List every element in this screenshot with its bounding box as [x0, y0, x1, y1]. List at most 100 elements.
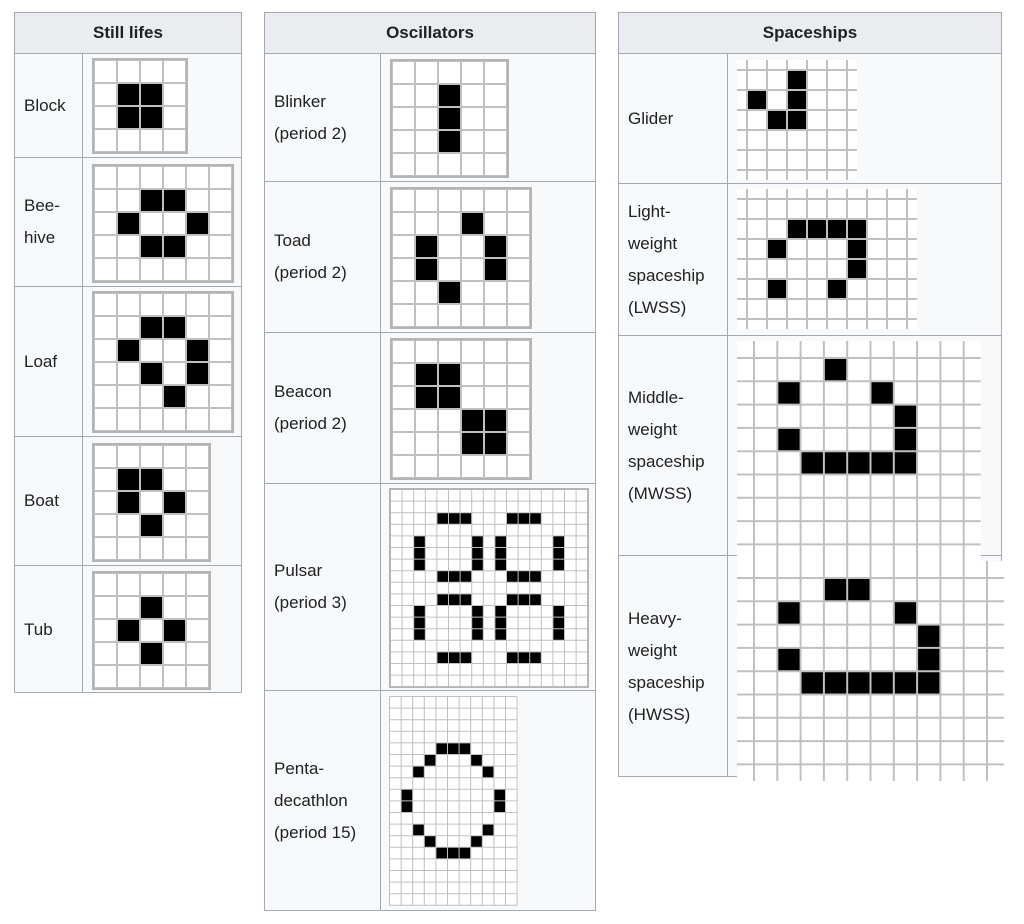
- live-cell: [471, 628, 484, 641]
- live-cell: [412, 766, 425, 778]
- live-cell: [552, 559, 565, 571]
- live-cell: [438, 130, 461, 153]
- table-row-pulsar: Pulsar (period 3): [265, 484, 595, 691]
- live-cell: [800, 671, 824, 695]
- live-cell: [413, 605, 426, 618]
- live-cell: [529, 651, 542, 664]
- live-cell: [163, 491, 186, 514]
- live-cell: [518, 651, 530, 664]
- live-cell: [117, 491, 140, 514]
- live-cell: [447, 847, 460, 859]
- live-cell: [140, 316, 163, 339]
- live-cell: [847, 451, 871, 475]
- table-header: Spaceships: [619, 13, 1001, 54]
- live-cell: [435, 847, 448, 859]
- live-cell: [529, 593, 542, 606]
- live-cell: [800, 451, 824, 475]
- live-cell: [482, 824, 494, 836]
- pattern-grid: [737, 189, 917, 329]
- live-cell: [484, 235, 507, 258]
- live-cell: [893, 601, 918, 625]
- table-row-blinker: Blinker (period 2): [265, 54, 595, 182]
- live-cell: [823, 358, 848, 382]
- table-row-mwss: Middle- weight spaceship (MWSS): [619, 336, 1001, 562]
- pattern-grid: [737, 60, 857, 180]
- live-cell: [518, 570, 530, 583]
- live-cell: [823, 671, 848, 695]
- live-cell: [482, 766, 494, 778]
- pattern-label: Bee- hive: [15, 158, 83, 286]
- live-cell: [494, 547, 507, 560]
- live-cell: [494, 535, 507, 548]
- live-cell: [448, 570, 461, 583]
- pattern-grid: [389, 488, 590, 689]
- table-row-hwss: Heavy- weight spaceship (HWSS): [619, 556, 1004, 782]
- grid-lines: [737, 561, 1004, 782]
- table-row-block: Block: [15, 54, 241, 158]
- live-cell: [117, 106, 140, 129]
- pattern-label: Tub: [15, 566, 83, 693]
- live-cell: [413, 628, 426, 641]
- live-cell: [787, 219, 807, 239]
- live-cell: [787, 70, 807, 90]
- live-cell: [140, 235, 163, 258]
- pattern-label: Heavy- weight spaceship (HWSS): [619, 556, 728, 777]
- pattern-grid: [92, 291, 234, 433]
- live-cell: [186, 339, 209, 362]
- live-cell: [529, 512, 542, 525]
- live-cell: [117, 83, 140, 106]
- live-cell: [460, 593, 472, 606]
- live-cell: [787, 90, 807, 110]
- table-header: Still lifes: [15, 13, 241, 54]
- live-cell: [552, 535, 565, 548]
- table-row-pentadecathlon: Penta- decathlon (period 15): [265, 691, 595, 911]
- grid-background: [92, 443, 211, 562]
- live-cell: [438, 107, 461, 130]
- table-row-beehive: Bee- hive: [15, 158, 241, 287]
- pattern-label: Pulsar (period 3): [265, 484, 381, 690]
- live-cell: [140, 514, 163, 537]
- live-cell: [117, 468, 140, 491]
- live-cell: [401, 789, 413, 801]
- live-cell: [552, 547, 565, 560]
- live-cell: [412, 824, 425, 836]
- live-cell: [847, 239, 867, 259]
- live-cell: [448, 593, 461, 606]
- live-cell: [917, 624, 941, 648]
- live-cell: [163, 385, 186, 408]
- live-cell: [827, 219, 847, 239]
- live-cell: [494, 605, 507, 618]
- live-cell: [415, 386, 438, 409]
- live-cell: [461, 432, 484, 455]
- live-cell: [460, 512, 472, 525]
- live-cell: [471, 605, 484, 618]
- pattern-label: Beacon (period 2): [265, 333, 381, 483]
- live-cell: [870, 451, 894, 475]
- live-cell: [493, 789, 506, 801]
- live-cell: [506, 593, 519, 606]
- live-cell: [163, 235, 186, 258]
- live-cell: [552, 605, 565, 618]
- live-cell: [893, 671, 918, 695]
- live-cell: [470, 835, 483, 848]
- live-cell: [415, 363, 438, 386]
- live-cell: [471, 617, 484, 629]
- live-cell: [529, 570, 542, 583]
- live-cell: [552, 628, 565, 641]
- live-cell: [438, 281, 461, 304]
- live-cell: [471, 535, 484, 548]
- pattern-grid: [389, 696, 518, 906]
- live-cell: [163, 189, 186, 212]
- pattern-label: Loaf: [15, 287, 83, 436]
- live-cell: [436, 651, 449, 664]
- pattern-grid: [92, 58, 188, 154]
- pattern-grid: [390, 187, 532, 329]
- live-cell: [448, 512, 461, 525]
- live-cell: [471, 547, 484, 560]
- live-cell: [140, 468, 163, 491]
- live-cell: [484, 432, 507, 455]
- table-row-lwss: Light- weight spaceship (LWSS): [619, 184, 1001, 336]
- live-cell: [448, 651, 461, 664]
- pattern-label: Blinker (period 2): [265, 54, 381, 181]
- live-cell: [435, 742, 448, 755]
